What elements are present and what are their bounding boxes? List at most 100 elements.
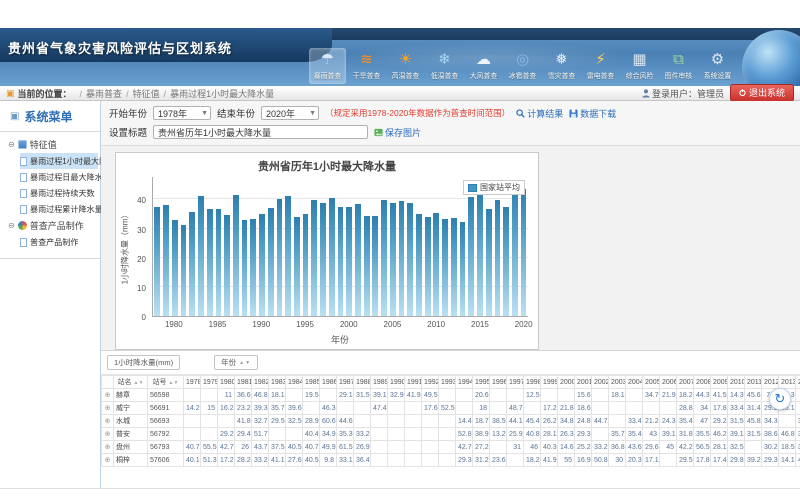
nav-item-cold[interactable]: ❄低温普查 xyxy=(426,48,463,84)
value-cell: 25.2 xyxy=(575,441,592,454)
bar-1982 xyxy=(189,212,195,316)
year-column-header[interactable]: 2011 xyxy=(745,376,762,389)
column-header-站名[interactable]: 站名 ▲▼ xyxy=(114,376,148,389)
nav-item-composite-risk[interactable]: ▦综合风险 xyxy=(621,48,658,84)
nav-item-snow[interactable]: ❅雪灾普查 xyxy=(543,48,580,84)
nav-item-settings[interactable]: ⚙系统设置 xyxy=(699,48,736,84)
tree-leaf-item[interactable]: 暴雨过程1小时最大降水量 xyxy=(20,153,98,169)
year-column-header[interactable]: 1996 xyxy=(490,376,507,389)
nav-item-map-review[interactable]: ⧉图件审核 xyxy=(660,48,697,84)
year-column-header[interactable]: 2004 xyxy=(626,376,643,389)
filter-chip-year[interactable]: 年份▲▼ xyxy=(214,355,258,370)
logout-button[interactable]: 退出系统 xyxy=(730,84,794,102)
year-column-header[interactable]: 1984 xyxy=(286,376,303,389)
year-column-header[interactable]: 2005 xyxy=(643,376,660,389)
year-column-header[interactable]: 1987 xyxy=(337,376,354,389)
year-column-header[interactable]: 1978 xyxy=(184,376,201,389)
year-column-header[interactable]: 2001 xyxy=(575,376,592,389)
year-column-header[interactable]: 1995 xyxy=(473,376,490,389)
breadcrumb-item[interactable]: 特征值 xyxy=(133,89,160,99)
save-image-button[interactable]: 保存图片 xyxy=(374,126,421,139)
year-column-header[interactable]: 2009 xyxy=(711,376,728,389)
year-column-header[interactable]: 1981 xyxy=(235,376,252,389)
bar-slot-2003 xyxy=(371,177,380,316)
year-column-header[interactable]: 2002 xyxy=(592,376,609,389)
value-cell: 11 xyxy=(218,389,235,402)
nav-item-hail[interactable]: ◎冰雹普查 xyxy=(504,48,541,84)
document-icon xyxy=(20,238,27,247)
station-name-cell: 赫章 xyxy=(114,389,148,402)
row-expander-icon[interactable]: ⊕ xyxy=(102,441,114,454)
filter-chip-measure[interactable]: 1小时降水量(mm) xyxy=(107,355,180,370)
tree-node-普查产品制作[interactable]: ⊖普查产品制作 xyxy=(4,217,98,234)
year-column-header[interactable]: 2010 xyxy=(728,376,745,389)
sort-icons[interactable]: ▲▼ xyxy=(134,380,144,386)
year-column-header[interactable]: 1992 xyxy=(422,376,439,389)
year-column-header[interactable]: 1980 xyxy=(218,376,235,389)
value-cell: 42.1 xyxy=(796,454,800,467)
nav-item-heat[interactable]: ☀高温普查 xyxy=(387,48,424,84)
row-expander-icon[interactable]: ⊕ xyxy=(102,454,114,467)
year-column-header[interactable]: 1998 xyxy=(524,376,541,389)
row-expander-icon[interactable]: ⊕ xyxy=(102,389,114,402)
start-year-select[interactable]: 1978年▼ xyxy=(153,106,211,120)
nav-item-lightning[interactable]: ⚡雷电普查 xyxy=(582,48,619,84)
year-column-header[interactable]: 1983 xyxy=(269,376,286,389)
bar-2007 xyxy=(407,203,413,316)
year-column-header[interactable]: 2013 xyxy=(779,376,796,389)
year-column-header[interactable]: 2007 xyxy=(677,376,694,389)
bar-slot-2019 xyxy=(510,177,519,316)
breadcrumb-item[interactable]: 暴雨过程1小时最大降水量 xyxy=(170,89,274,99)
value-cell xyxy=(490,402,507,415)
nav-item-wind[interactable]: ☁大风普查 xyxy=(465,48,502,84)
tree-leaf-item[interactable]: 暴雨过程累计降水量 xyxy=(20,201,98,217)
year-column-header[interactable]: 1999 xyxy=(541,376,558,389)
end-year-select[interactable]: 2020年▼ xyxy=(261,106,319,120)
year-column-header[interactable]: 1982 xyxy=(252,376,269,389)
year-column-header[interactable]: 1997 xyxy=(507,376,524,389)
bar-slot-2015 xyxy=(476,177,485,316)
year-column-header[interactable]: 2014 xyxy=(796,376,800,389)
value-cell: 21.9 xyxy=(660,389,677,402)
value-cell: 41.1 xyxy=(269,454,286,467)
sort-icons[interactable]: ▲▼ xyxy=(169,380,179,386)
value-cell: 14.2 xyxy=(184,402,201,415)
chart-title-input[interactable] xyxy=(153,125,368,139)
year-column-header[interactable]: 2003 xyxy=(609,376,626,389)
year-column-header[interactable]: 1979 xyxy=(201,376,218,389)
year-column-header[interactable]: 1991 xyxy=(405,376,422,389)
year-column-header[interactable]: 1989 xyxy=(371,376,388,389)
calc-result-button[interactable]: 计算结果 xyxy=(516,107,563,120)
tree-leaf-item[interactable]: 暴雨过程日最大降水量 xyxy=(20,169,98,185)
row-expander-icon[interactable]: ⊕ xyxy=(102,402,114,415)
nav-item-rain[interactable]: ☂暴雨普查 xyxy=(309,48,346,84)
bar-1980 xyxy=(172,220,178,316)
tree-leaf-item[interactable]: 暴雨过程持续天数 xyxy=(20,185,98,201)
row-expander-icon[interactable]: ⊕ xyxy=(102,415,114,428)
floating-service-button[interactable]: ↻ xyxy=(769,388,791,410)
breadcrumb-item[interactable]: 暴雨普查 xyxy=(86,89,122,99)
row-expander-icon[interactable]: ⊕ xyxy=(102,428,114,441)
tree-node-特征值[interactable]: ⊖特征值 xyxy=(4,136,98,153)
value-cell: 34 xyxy=(694,402,711,415)
nav-item-drought[interactable]: ≋干旱普查 xyxy=(348,48,385,84)
year-column-header[interactable]: 2008 xyxy=(694,376,711,389)
tree-leaf-item[interactable]: 普查产品制作 xyxy=(20,234,98,250)
value-cell xyxy=(201,389,218,402)
year-column-header[interactable]: 1994 xyxy=(456,376,473,389)
column-header-站号[interactable]: 站号 ▲▼ xyxy=(148,376,184,389)
year-column-header[interactable]: 1985 xyxy=(303,376,320,389)
collapse-icon[interactable]: ⊖ xyxy=(8,140,15,149)
year-column-header[interactable]: 1993 xyxy=(439,376,456,389)
year-column-header[interactable]: 1986 xyxy=(320,376,337,389)
year-column-header[interactable]: 2012 xyxy=(762,376,779,389)
year-column-header[interactable]: 1990 xyxy=(388,376,405,389)
bar-slot-2016 xyxy=(484,177,493,316)
collapse-icon[interactable]: ⊖ xyxy=(8,221,15,230)
sort-icons[interactable]: ▲▼ xyxy=(239,360,251,366)
year-column-header[interactable]: 1988 xyxy=(354,376,371,389)
value-cell: 43.7 xyxy=(252,441,269,454)
year-column-header[interactable]: 2000 xyxy=(558,376,575,389)
data-download-button[interactable]: 数据下载 xyxy=(569,107,616,120)
year-column-header[interactable]: 2006 xyxy=(660,376,677,389)
